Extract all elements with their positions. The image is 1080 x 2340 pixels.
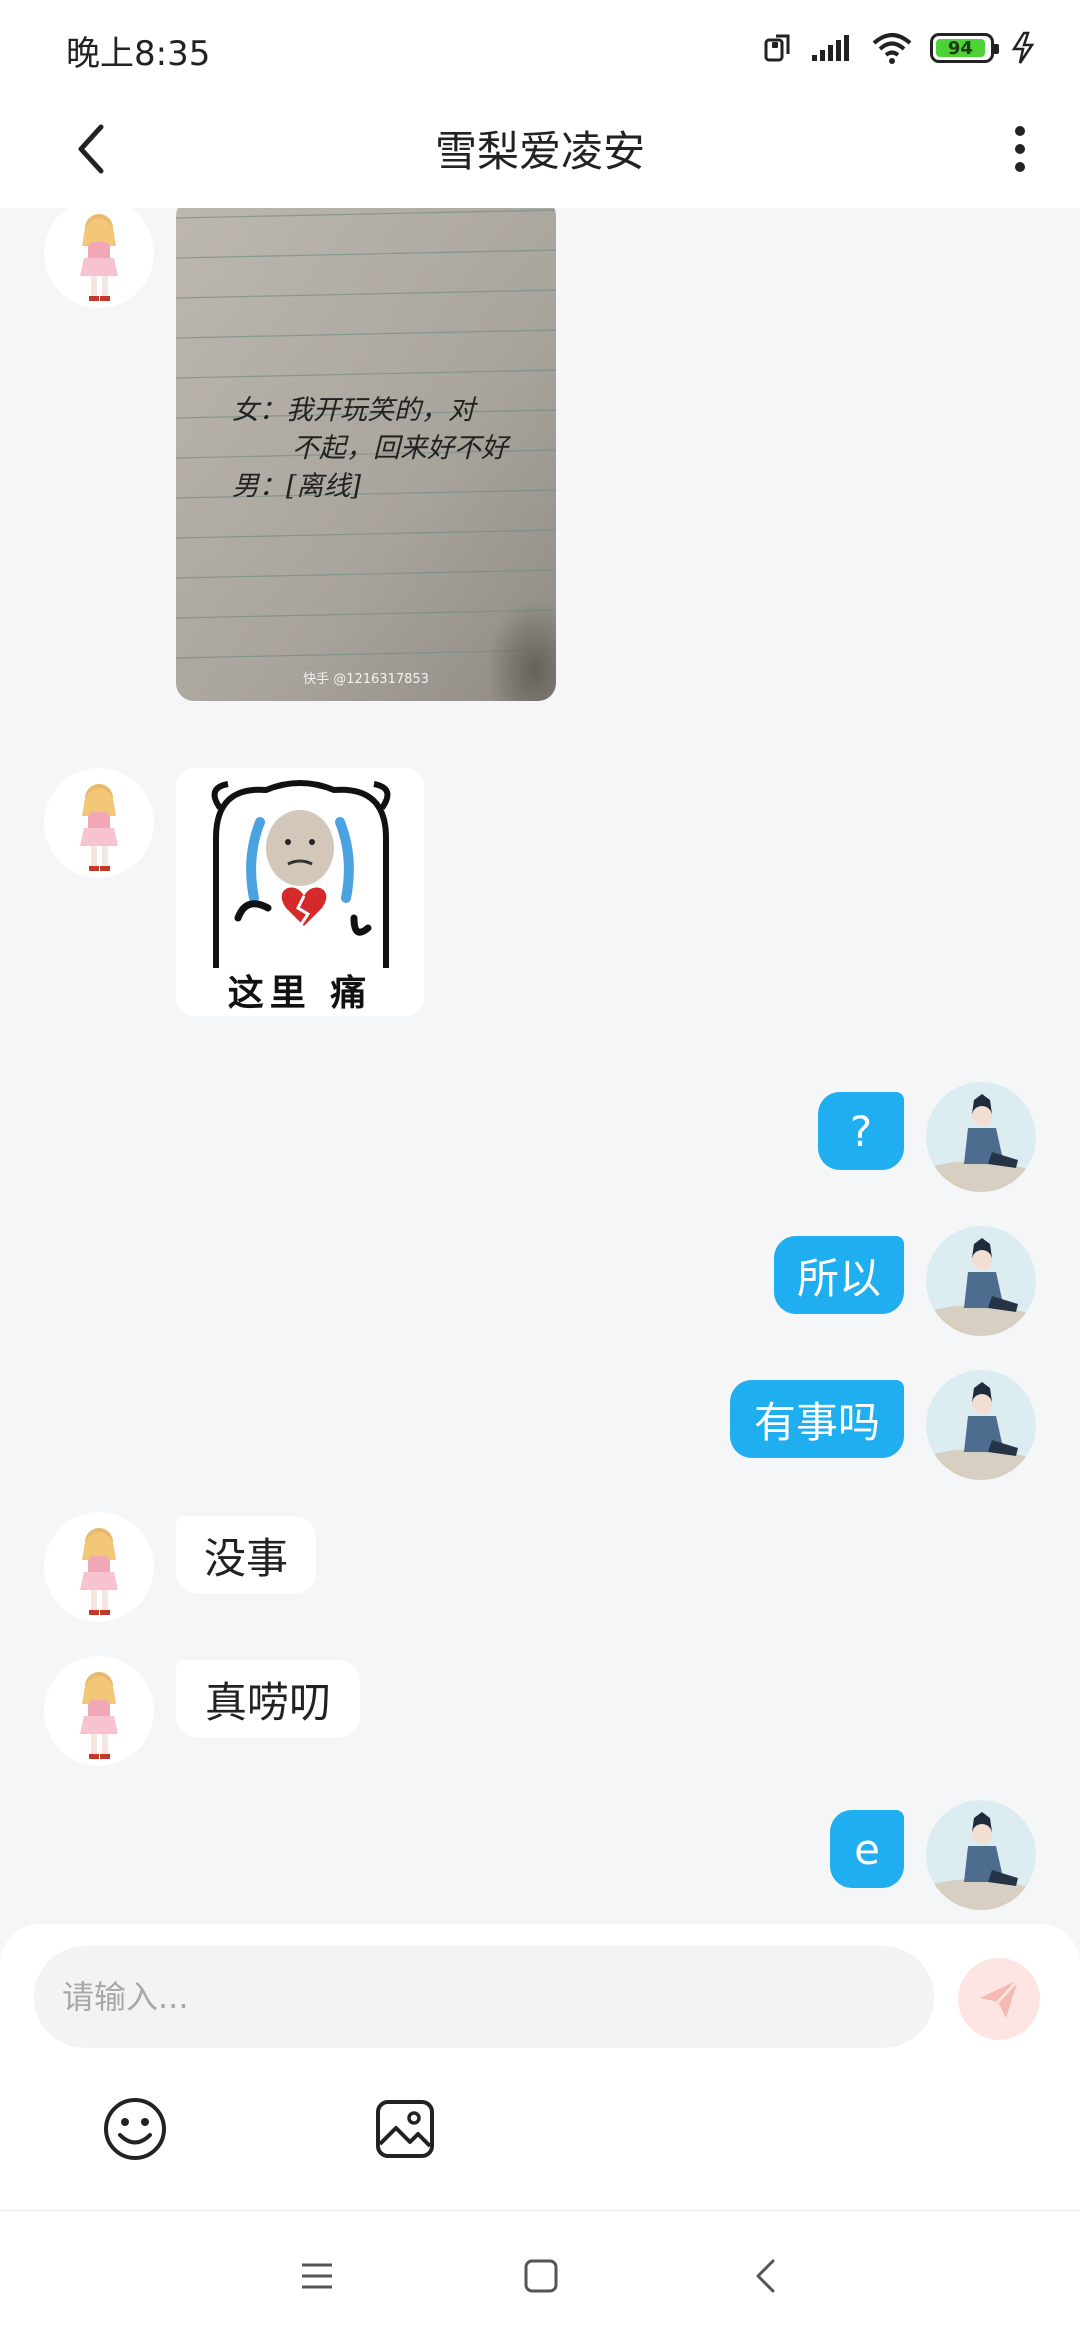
- chat-messages[interactable]: 女：我开玩笑的，对 不起，回来好不好 男：[离线] 快手 @1216317853: [0, 208, 1080, 1924]
- smiley-icon: [104, 2098, 166, 2160]
- notebook-photo[interactable]: 女：我开玩笑的，对 不起，回来好不好 男：[离线] 快手 @1216317853: [176, 208, 556, 701]
- charging-icon: [1011, 31, 1035, 64]
- photo-watermark: 快手 @1216317853: [303, 672, 429, 687]
- input-panel: [0, 1924, 1080, 2210]
- send-button[interactable]: [958, 1958, 1040, 2040]
- outgoing-message-bubble[interactable]: ?: [818, 1092, 904, 1170]
- battery-icon: 94: [930, 33, 999, 63]
- contact-avatar[interactable]: [44, 1512, 154, 1622]
- signal-icon: [812, 35, 849, 61]
- my-avatar[interactable]: [926, 1226, 1036, 1336]
- my-avatar[interactable]: [926, 1370, 1036, 1480]
- back-icon: [756, 2259, 775, 2293]
- my-avatar[interactable]: [926, 1800, 1036, 1910]
- contact-avatar[interactable]: [44, 1656, 154, 1766]
- outgoing-message-bubble[interactable]: e: [830, 1810, 904, 1888]
- emoji-button[interactable]: [90, 2084, 180, 2174]
- chat-header: 雪梨爱凌安: [0, 90, 1080, 208]
- handwritten-line-2: 不起，回来好不好: [292, 433, 508, 464]
- incoming-message-bubble[interactable]: 没事: [176, 1516, 316, 1594]
- status-time: 晚上8:35: [66, 34, 211, 74]
- image-icon: [376, 2100, 434, 2158]
- message-input[interactable]: [34, 1946, 934, 2048]
- screen-rotate-icon: [764, 34, 790, 62]
- handwritten-line-1: 女：我开玩笑的，对: [232, 395, 475, 426]
- image-button[interactable]: [360, 2084, 450, 2174]
- contact-avatar[interactable]: [44, 208, 154, 308]
- home-square-icon: [524, 2259, 558, 2293]
- wifi-icon: [872, 33, 912, 64]
- send-icon: [980, 1978, 1020, 2018]
- outgoing-message-bubble[interactable]: 所以: [774, 1236, 904, 1314]
- status-bar: 晚上8:35 94: [0, 0, 1080, 90]
- system-back-button[interactable]: [730, 2241, 800, 2311]
- menu-icon: [302, 2263, 332, 2289]
- home-button[interactable]: [506, 2241, 576, 2311]
- handwritten-line-3: 男：[离线]: [232, 471, 362, 502]
- incoming-message-bubble[interactable]: 真唠叨: [176, 1660, 360, 1738]
- more-options-button[interactable]: [990, 112, 1050, 186]
- system-nav-bar: [0, 2210, 1080, 2340]
- outgoing-message-bubble[interactable]: 有事吗: [730, 1380, 904, 1458]
- battery-level: 94: [936, 38, 985, 59]
- status-icons: 94: [746, 28, 1040, 68]
- my-avatar[interactable]: [926, 1082, 1036, 1192]
- sticker-caption: 这里 痛: [227, 973, 373, 1014]
- crying-bear-sticker[interactable]: 这里 痛: [176, 768, 424, 1016]
- chat-title: 雪梨爱凌安: [434, 127, 645, 176]
- more-vertical-icon: [1015, 126, 1025, 136]
- contact-avatar[interactable]: [44, 768, 154, 878]
- recent-apps-button[interactable]: [282, 2241, 352, 2311]
